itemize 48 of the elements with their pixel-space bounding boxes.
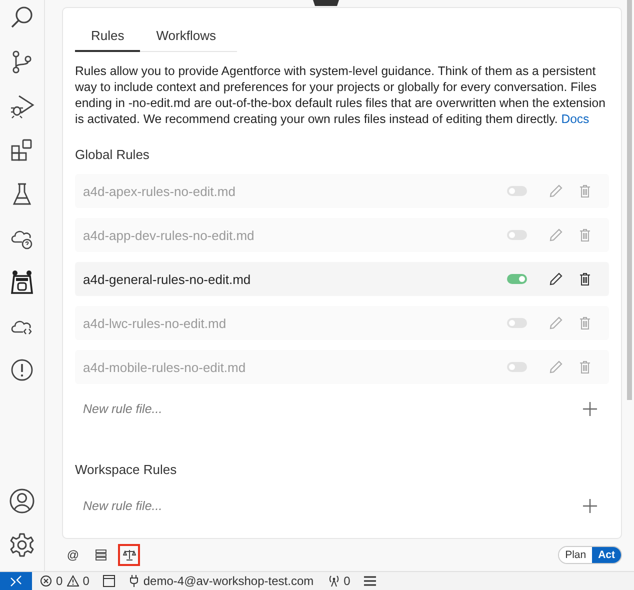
toggle-switch[interactable] [507, 230, 527, 240]
mode-button[interactable]: Plan [559, 547, 592, 563]
new-rule-field[interactable]: New rule file... [83, 398, 583, 420]
rule-name: a4d-general-rules-no-edit.md [83, 272, 252, 286]
error-count: 0 [56, 574, 63, 588]
error-icon [40, 575, 52, 587]
section-heading: Global Rules [75, 147, 150, 162]
description-text: Rules allow you to provide Agentforce with system-level guidance. Think of them as a persistent way to include context and preferences for your projects or globally for every conversation. Files ending in -no-edit.md are out-of-the-box default rules files that are overwritten when the extension is activated. We recommend creating your own rules files instead of editing them directly. Docs [75, 63, 606, 127]
section-heading: Workspace Rules [75, 462, 178, 477]
ports-button[interactable]: 0 [328, 574, 350, 588]
toggle-switch[interactable] [507, 274, 527, 284]
rule-name: a4d-app-dev-rules-no-edit.md [83, 228, 256, 242]
toggle-switch[interactable] [507, 362, 527, 372]
scale-icon [122, 549, 136, 561]
mention-button[interactable]: @ [62, 544, 84, 566]
toggle-switch[interactable] [507, 186, 527, 196]
warning-icon [66, 575, 79, 587]
run-debug-icon [9, 93, 35, 119]
rules-button[interactable] [118, 544, 140, 566]
remote-button[interactable] [0, 572, 32, 590]
menu-icon[interactable] [364, 576, 376, 586]
pencil-icon[interactable] [549, 272, 563, 286]
settings-icon [8, 531, 36, 559]
warning-count: 0 [82, 574, 90, 588]
add-icon[interactable] [583, 499, 597, 513]
rule-name: a4d-lwc-rules-no-edit.md [83, 316, 228, 330]
plug-icon [129, 575, 140, 587]
branch-icon [10, 49, 34, 75]
antenna-icon [328, 575, 340, 587]
toggle-switch[interactable] [507, 318, 527, 328]
scrollbar[interactable] [627, 0, 632, 400]
add-icon[interactable] [583, 402, 597, 416]
docs-link[interactable]: Docs [561, 112, 590, 126]
trash-icon[interactable] [579, 272, 591, 286]
problems-button[interactable]: 0 0 [40, 574, 90, 588]
list-icon [95, 549, 107, 561]
flask-icon [10, 181, 34, 207]
ports-count: 0 [344, 574, 350, 588]
rule-name: a4d-apex-rules-no-edit.md [83, 184, 236, 198]
account-icon [8, 487, 36, 515]
rule-name: a4d-mobile-rules-no-edit.md [83, 360, 247, 374]
new-rule-field[interactable]: New rule file... [83, 495, 583, 517]
alert-icon [9, 357, 35, 383]
remote-icon [10, 575, 22, 587]
window-icon[interactable] [103, 575, 116, 587]
tab[interactable]: Workflows [140, 22, 232, 52]
mode-button[interactable]: Act [592, 547, 621, 563]
tab[interactable]: Rules [75, 22, 140, 52]
